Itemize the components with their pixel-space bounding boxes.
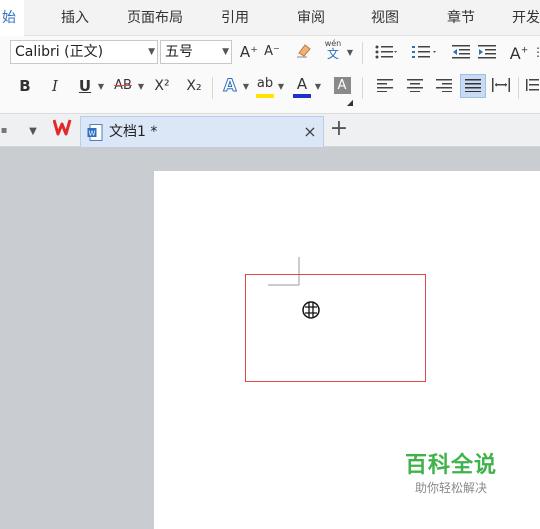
watermark-brand: 百科全说 [404,453,497,478]
word-document-icon: W [87,124,103,141]
font-color-label: A [296,75,308,93]
document-tab-bar: ▪ ▼ W 文档1 * × + [0,114,540,147]
tab-scroll-handle[interactable]: ▪ [0,120,8,142]
increase-indent-icon [478,45,496,59]
menu-review[interactable]: 审阅 [297,0,325,36]
wps-logo-icon [52,119,72,136]
text-effect-dropdown[interactable]: ▼ [241,75,251,97]
highlight-button[interactable]: ab [254,73,276,98]
align-left-button[interactable] [373,75,397,97]
chevron-down-icon: ▼ [277,82,285,91]
shrink-font-button[interactable]: A⁻ [262,41,282,63]
font-color-swatch [293,94,311,98]
highlight-color-swatch [256,94,274,98]
svg-text:W: W [89,130,96,138]
phonetic-guide-dropdown[interactable]: ▼ [345,41,355,63]
menu-bar: 始 插入 页面布局 引用 审阅 视图 章节 开发 [0,0,540,36]
char-shading-label: A [333,77,351,94]
line-spacing-button[interactable] [524,75,540,97]
chevron-down-icon: ▼ [346,48,354,57]
chevron-down-icon: ▼ [242,82,250,91]
menu-view[interactable]: 视图 [371,0,399,36]
draw-cursor-icon [302,301,320,319]
strikethrough-dropdown[interactable]: ▼ [136,75,146,97]
menu-developer[interactable]: 开发 [512,0,540,36]
numbered-list-button[interactable] [410,41,440,63]
decrease-indent-button[interactable] [450,41,472,63]
char-shading-button[interactable]: A [332,75,352,97]
chevron-down-icon: ▼ [29,126,37,137]
subscript-button[interactable]: X₂ [182,75,206,97]
ribbon-separator [362,42,363,64]
new-tab-button[interactable]: + [328,118,350,140]
align-left-icon [377,79,393,92]
font-name-value: Calibri (正文) [15,44,104,60]
bullet-list-icon [375,45,397,59]
text-effect-button[interactable]: A [219,75,241,97]
underline-dropdown[interactable]: ▼ [96,75,106,97]
menu-references[interactable]: 引用 [221,0,249,36]
phonetic-guide-button[interactable]: wén 文 [321,38,345,64]
watermark-slogan: 助你轻松解决 [414,481,487,495]
align-right-icon [436,79,452,92]
justify-button[interactable] [460,74,486,98]
tab-document-title: 文档1 * [109,124,158,140]
ribbon-separator [212,77,213,99]
chevron-down-icon: ▼ [148,47,155,57]
phonetic-guide-bottom: 文 [326,47,339,61]
watermark: 百科全说 助你轻松解决 [396,452,506,496]
align-center-icon [407,79,423,92]
decrease-indent-icon [452,45,470,59]
font-color-button[interactable]: A [291,73,313,98]
font-size-select[interactable]: 五号 ▼ [160,40,232,64]
ribbon-toolbar: Calibri (正文) ▼ 五号 ▼ A⁺ A⁻ wén 文 ▼ A+ ⋮ B… [0,36,540,114]
align-center-button[interactable] [403,75,427,97]
chevron-down-icon: ▼ [97,82,105,91]
menu-start[interactable]: 始 [0,0,24,36]
underline-label: U [78,77,92,95]
underline-button[interactable]: U [74,75,96,97]
increase-indent-button[interactable] [476,41,498,63]
distributed-align-button[interactable] [489,75,513,97]
chevron-down-icon: ▼ [314,82,322,91]
align-right-button[interactable] [432,75,456,97]
text-direction-button[interactable]: A+ [505,40,533,64]
font-size-value: 五号 [165,44,193,60]
ribbon-separator [362,77,363,99]
strikethrough-button[interactable]: AB [110,75,136,97]
font-dialog-launcher[interactable]: ◢ [345,98,355,108]
chevron-down-icon: ▼ [222,47,229,57]
text-direction-icon: A+ [509,44,529,64]
ribbon-overflow-button[interactable]: ⋮ [532,41,540,63]
clear-format-button[interactable] [293,41,315,63]
eraser-icon [297,44,311,58]
chevron-down-icon: ▼ [137,82,145,91]
numbered-list-icon [412,46,436,58]
strikethrough-label: AB [114,78,132,93]
wps-logo-button[interactable] [52,118,76,140]
menu-page-layout[interactable]: 页面布局 [127,0,183,36]
tab-document-1[interactable]: W 文档1 * × [80,116,324,147]
bullet-list-button[interactable] [373,41,399,63]
superscript-button[interactable]: X² [150,75,174,97]
font-color-dropdown[interactable]: ▼ [313,75,323,97]
tab-list-dropdown[interactable]: ▼ [24,120,42,142]
highlight-label: ab [256,76,274,91]
justify-icon [465,79,481,92]
ribbon-separator [518,77,519,99]
close-tab-button[interactable]: × [301,121,319,143]
font-name-select[interactable]: Calibri (正文) ▼ [10,40,158,64]
line-spacing-icon [526,79,539,91]
menu-section[interactable]: 章节 [447,0,475,36]
bold-button[interactable]: B [14,75,36,97]
drawn-text-box[interactable] [245,274,426,382]
distributed-align-icon [492,78,510,92]
grow-font-button[interactable]: A⁺ [238,41,260,63]
italic-button[interactable]: I [45,75,65,97]
text-effect-label: A [223,76,237,97]
menu-insert[interactable]: 插入 [61,0,89,36]
highlight-dropdown[interactable]: ▼ [276,75,286,97]
